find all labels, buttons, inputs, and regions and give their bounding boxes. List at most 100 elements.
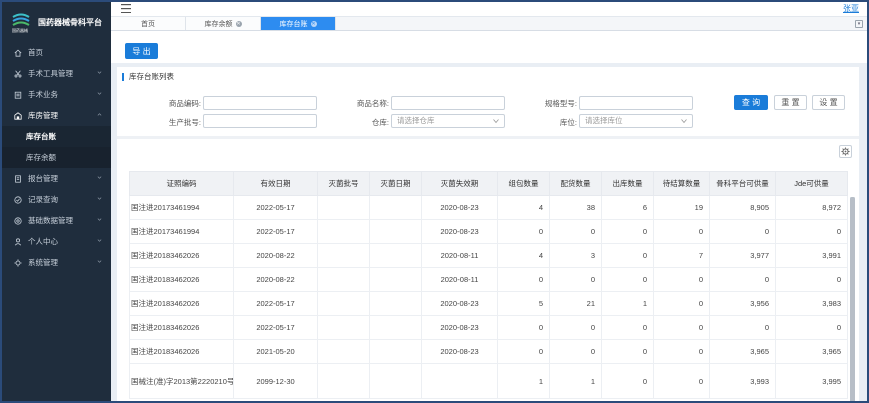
table-row[interactable]: 国注进20173461994 2022-05-17 2020-08-23 4 38 6 19… xyxy=(129,195,848,220)
table-cell: 2020-08-23 xyxy=(421,315,498,340)
chevron-down-icon xyxy=(493,119,499,124)
sidebar-item-7[interactable]: 个人中心 xyxy=(2,231,111,252)
table-cell: 国注进20183462026 xyxy=(129,339,234,364)
reset-button[interactable]: 重 置 xyxy=(774,95,807,110)
column-header[interactable]: 证照编码 xyxy=(129,171,234,196)
sidebar-subitem-0[interactable]: 库存台账 xyxy=(2,126,111,147)
tab-label: 库存余额 xyxy=(204,20,233,28)
tab-label: 首页 xyxy=(141,20,155,28)
sidebar-item-5[interactable]: 记录查询 xyxy=(2,189,111,210)
main-content: 导 出 库存台账列表 商品编码: 商品名称: 规格型号: 查 询 重 置 设 置… xyxy=(111,31,867,401)
table-cell xyxy=(369,291,422,316)
scrollbar-thumb[interactable] xyxy=(850,197,855,401)
gear-icon xyxy=(841,147,850,156)
sidebar-item-2[interactable]: 手术业务 xyxy=(2,84,111,105)
user-name-link[interactable]: 张亚 xyxy=(843,3,859,14)
location-label: 库位: xyxy=(559,118,577,127)
table-cell: 2020-08-22 xyxy=(233,243,318,268)
warehouse-select[interactable]: 请选择仓库 xyxy=(391,114,505,128)
column-settings-button[interactable] xyxy=(839,145,852,158)
column-header[interactable]: 骨科平台可供量 xyxy=(709,171,776,196)
warehouse-label: 仓库: xyxy=(371,118,389,127)
sidebar-item-1[interactable]: 手术工具管理 xyxy=(2,63,111,84)
table-cell xyxy=(317,339,370,364)
settings-button[interactable]: 设 置 xyxy=(812,95,845,110)
sidebar-submenu: 库存台账 库存余额 xyxy=(2,126,111,168)
table-cell: 0 xyxy=(497,219,550,244)
table-cell: 2022-05-17 xyxy=(233,291,318,316)
column-header[interactable]: 组包数量 xyxy=(497,171,550,196)
column-header[interactable]: 出库数量 xyxy=(601,171,654,196)
table-cell: 国注进20173461994 xyxy=(129,219,234,244)
table-cell: 38 xyxy=(549,195,602,220)
report-icon xyxy=(13,174,23,184)
ledger-panel: 库存台账列表 商品编码: 商品名称: 规格型号: 查 询 重 置 设 置 生产批… xyxy=(117,67,859,401)
table-cell xyxy=(317,195,370,220)
table-cell: 2020-08-23 xyxy=(421,219,498,244)
chevron-down-icon xyxy=(97,260,102,263)
chevron-down-icon xyxy=(97,218,102,221)
query-button[interactable]: 查 询 xyxy=(734,95,768,110)
table-cell: 0 xyxy=(709,267,776,292)
sidebar-item-label: 手术工具管理 xyxy=(28,69,73,78)
chevron-down-icon[interactable]: ▾ xyxy=(855,20,863,28)
column-header[interactable]: 待结算数量 xyxy=(653,171,710,196)
table-cell: 1 xyxy=(497,363,550,399)
menu-toggle-icon[interactable] xyxy=(121,4,131,14)
column-header[interactable]: 灭菌失效期 xyxy=(421,171,498,196)
table-row[interactable]: 国注进20183462026 2022-05-17 2020-08-23 5 21 1 0 3… xyxy=(129,291,848,316)
table-cell: 3 xyxy=(549,243,602,268)
table-cell: 5 xyxy=(497,291,550,316)
column-header[interactable]: 灭菌日期 xyxy=(369,171,422,196)
spec-model-input[interactable] xyxy=(579,96,693,110)
location-select[interactable]: 请选择库位 xyxy=(579,114,693,128)
table-cell xyxy=(317,315,370,340)
table-cell: 4 xyxy=(497,195,550,220)
chevron-down-icon xyxy=(97,239,102,242)
sidebar-item-8[interactable]: 系统管理 xyxy=(2,252,111,273)
column-header[interactable]: 灭菌批号 xyxy=(317,171,370,196)
vertical-scrollbar[interactable] xyxy=(850,197,855,401)
table-cell xyxy=(317,363,370,399)
table-row[interactable]: 国注进20173461994 2022-05-17 2020-08-23 0 0 0 0 0 0 xyxy=(129,219,848,244)
sidebar-item-0[interactable]: 首页 xyxy=(2,42,111,63)
sidebar-item-4[interactable]: 报台管理 xyxy=(2,168,111,189)
settings-circle-icon xyxy=(13,216,23,226)
table-cell: 0 xyxy=(653,315,710,340)
table-cell: 3,993 xyxy=(709,363,776,399)
table-cell: 7 xyxy=(653,243,710,268)
table-cell: 0 xyxy=(653,339,710,364)
column-header[interactable]: 有效日期 xyxy=(233,171,318,196)
table-cell: 8,905 xyxy=(709,195,776,220)
table-row[interactable]: 国械注(准)字2013第2220210号 2099-12-30 1 1 0 0 3,993 3… xyxy=(129,363,848,399)
sidebar-item-3[interactable]: 库房管理 xyxy=(2,105,111,126)
sidebar-subitem-1[interactable]: 库存余额 xyxy=(2,147,111,168)
sidebar-item-6[interactable]: 基础数据管理 xyxy=(2,210,111,231)
tab-inventory-ledger[interactable]: 库存台账 ✕ xyxy=(261,17,336,30)
column-header[interactable]: 配货数量 xyxy=(549,171,602,196)
tab-inventory-balance[interactable]: 库存余额 ✕ xyxy=(186,17,261,30)
batch-no-input[interactable] xyxy=(203,114,317,128)
table-row[interactable]: 国注进20183462026 2020-08-22 2020-08-11 4 3 0 7 3,… xyxy=(129,243,848,268)
column-header[interactable]: Jde可供量 xyxy=(775,171,848,196)
gear-icon xyxy=(13,258,23,268)
location-placeholder: 请选择库位 xyxy=(585,116,623,125)
table-cell: 2020-08-11 xyxy=(421,267,498,292)
tab-home[interactable]: 首页 xyxy=(111,17,186,30)
close-icon[interactable]: ✕ xyxy=(235,20,242,27)
table-row[interactable]: 国注进20183462026 2021-05-20 2020-08-23 0 0 0 0 3,… xyxy=(129,339,848,364)
export-button[interactable]: 导 出 xyxy=(125,43,158,59)
table-cell: 3,983 xyxy=(775,291,848,316)
table-cell: 0 xyxy=(653,219,710,244)
close-icon[interactable]: ✕ xyxy=(310,20,317,27)
table-cell: 0 xyxy=(601,219,654,244)
product-code-input[interactable] xyxy=(203,96,317,110)
table-cell: 3,965 xyxy=(709,339,776,364)
tab-label: 库存台账 xyxy=(279,20,308,28)
table-cell xyxy=(369,315,422,340)
table-row[interactable]: 国注进20183462026 2022-05-17 2020-08-23 0 0 0 0 0 0 xyxy=(129,315,848,340)
table-cell: 国注进20183462026 xyxy=(129,267,234,292)
table-cell: 0 xyxy=(601,267,654,292)
table-row[interactable]: 国注进20183462026 2020-08-22 2020-08-11 0 0 0 0 0 0 xyxy=(129,267,848,292)
product-name-input[interactable] xyxy=(391,96,505,110)
